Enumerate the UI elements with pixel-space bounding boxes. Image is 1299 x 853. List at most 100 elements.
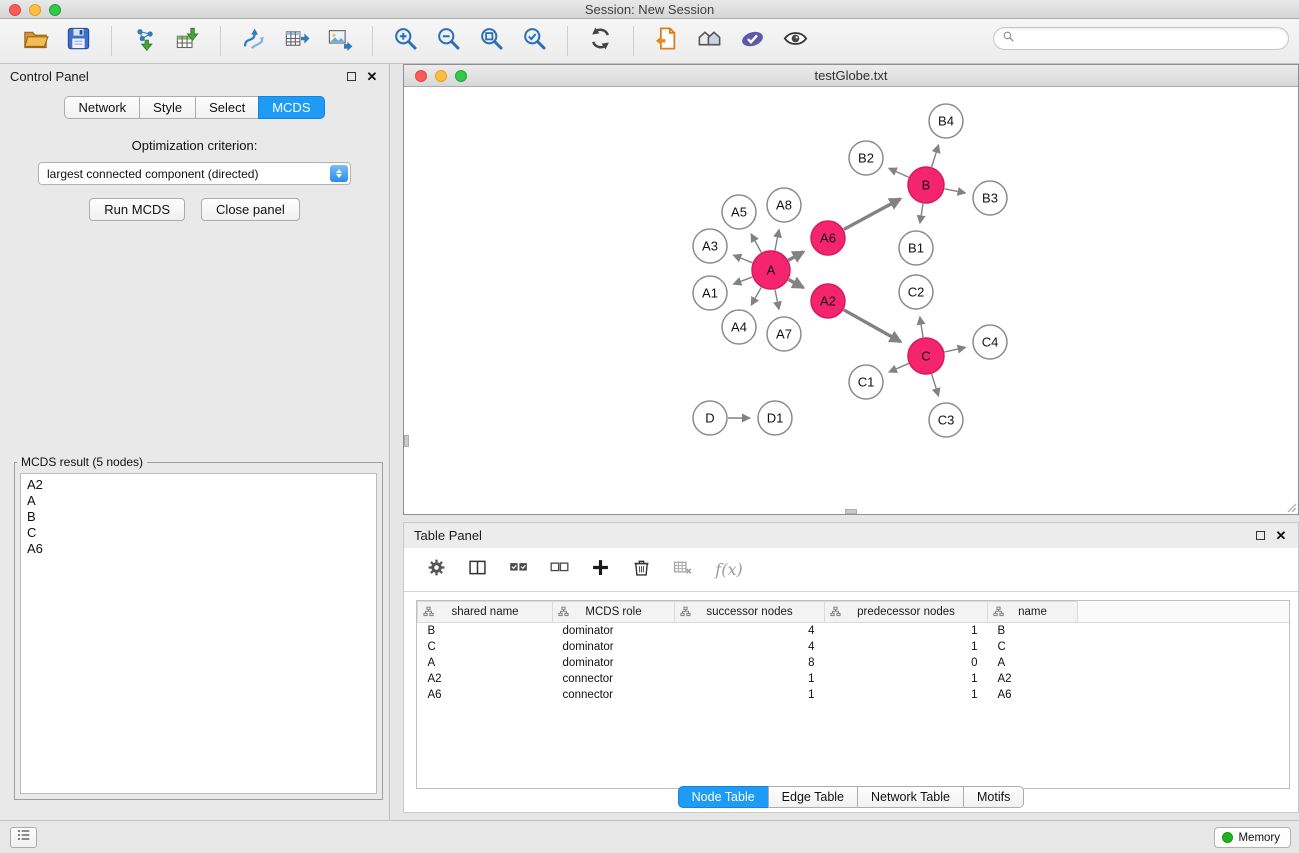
table-row[interactable]: A2connector11A2 [418, 671, 1290, 687]
delete-row-button[interactable] [627, 556, 655, 584]
node-A1[interactable]: A1 [693, 276, 727, 310]
table-cell[interactable]: 1 [675, 671, 825, 687]
node-B4[interactable]: B4 [929, 104, 963, 138]
table-cell[interactable]: A6 [988, 687, 1078, 703]
edge-B-B1[interactable] [920, 204, 923, 224]
settings-gear-button[interactable] [422, 556, 450, 584]
edge-C-C4[interactable] [945, 347, 966, 352]
select-all-button[interactable] [504, 556, 532, 584]
run-mcds-button[interactable]: Run MCDS [89, 198, 185, 221]
fx-button[interactable]: f(x) [709, 556, 749, 584]
open-file-button[interactable] [14, 22, 57, 60]
zoom-in-button[interactable] [384, 22, 427, 60]
node-B[interactable]: B [908, 167, 944, 203]
vertical-scrollbar[interactable] [404, 435, 409, 447]
column-header-successor-nodes[interactable]: successor nodes [675, 602, 825, 623]
column-header-mcds-role[interactable]: MCDS role [553, 602, 675, 623]
mcds-result-list[interactable]: A2ABCA6 [20, 473, 377, 794]
table-row[interactable]: Adominator80A [418, 655, 1290, 671]
table-cell[interactable]: 8 [675, 655, 825, 671]
table-tab-network-table[interactable]: Network Table [857, 786, 964, 808]
column-header-shared-name[interactable]: shared name [418, 602, 553, 623]
style-check-button[interactable] [731, 22, 774, 60]
columns-button[interactable] [463, 556, 491, 584]
node-B2[interactable]: B2 [849, 141, 883, 175]
import-table-button[interactable] [166, 22, 209, 60]
table-row[interactable]: Bdominator41B [418, 623, 1290, 639]
node-C4[interactable]: C4 [973, 325, 1007, 359]
eye-button[interactable] [774, 22, 817, 60]
table-cell[interactable]: C [418, 639, 553, 655]
search-input[interactable] [1020, 32, 1280, 46]
edge-C-C3[interactable] [932, 374, 939, 396]
table-cell[interactable]: dominator [553, 655, 675, 671]
node-A2[interactable]: A2 [811, 284, 845, 318]
edge-A-A6[interactable] [788, 252, 803, 261]
node-C[interactable]: C [908, 338, 944, 374]
deselect-all-button[interactable] [545, 556, 573, 584]
edge-A-A2[interactable] [789, 280, 804, 288]
mcds-result-item[interactable]: B [25, 509, 372, 525]
zoom-fit-button[interactable] [470, 22, 513, 60]
edge-A-A4[interactable] [751, 287, 761, 305]
zoom-selected-button[interactable] [513, 22, 556, 60]
node-A6[interactable]: A6 [811, 221, 845, 255]
optimization-criterion-dropdown[interactable]: largest connected component (directed) [38, 162, 351, 185]
column-header-predecessor-nodes[interactable]: predecessor nodes [825, 602, 988, 623]
node-A4[interactable]: A4 [722, 310, 756, 344]
export-table-button[interactable] [275, 22, 318, 60]
open-document-button[interactable] [645, 22, 688, 60]
table-cell[interactable]: connector [553, 671, 675, 687]
table-cell[interactable]: 0 [825, 655, 988, 671]
node-A[interactable]: A [752, 251, 790, 289]
table-tab-node-table[interactable]: Node Table [678, 786, 769, 808]
node-A5[interactable]: A5 [722, 195, 756, 229]
tab-mcds[interactable]: MCDS [258, 96, 324, 119]
table-cell[interactable]: dominator [553, 623, 675, 639]
tab-select[interactable]: Select [195, 96, 259, 119]
zoom-window-button[interactable] [49, 4, 61, 16]
edge-A-A3[interactable] [733, 255, 752, 263]
table-cell[interactable]: 4 [675, 623, 825, 639]
edge-A-A7[interactable] [775, 290, 779, 310]
mcds-result-item[interactable]: A6 [25, 541, 372, 557]
edge-B-B3[interactable] [945, 189, 966, 193]
node-C1[interactable]: C1 [849, 365, 883, 399]
import-network-button[interactable] [123, 22, 166, 60]
export-image-button[interactable] [318, 22, 361, 60]
table-cell[interactable]: B [418, 623, 553, 639]
table-cell[interactable]: 1 [825, 671, 988, 687]
table-panel-close-button[interactable]: ✕ [1274, 529, 1288, 543]
table-cell[interactable]: 1 [675, 687, 825, 703]
network-window-titlebar[interactable]: testGlobe.txt [404, 65, 1298, 87]
edge-A-A5[interactable] [751, 234, 761, 253]
network-canvas[interactable]: B4B2BB3A5A8A6A3B1AA1C2A2A4A7C4CC1C3DD1 [404, 87, 1298, 514]
table-cell[interactable]: 1 [825, 623, 988, 639]
tab-style[interactable]: Style [139, 96, 196, 119]
table-cell[interactable]: A6 [418, 687, 553, 703]
edge-A6-B[interactable] [844, 199, 901, 230]
refresh-button[interactable] [579, 22, 622, 60]
network-minimize-button[interactable] [435, 70, 447, 82]
home-button[interactable] [688, 22, 731, 60]
zoom-out-button[interactable] [427, 22, 470, 60]
edge-A-A1[interactable] [733, 277, 752, 284]
node-A8[interactable]: A8 [767, 188, 801, 222]
table-cell[interactable]: A [418, 655, 553, 671]
export-network-button[interactable] [232, 22, 275, 60]
table-cell[interactable]: 4 [675, 639, 825, 655]
delete-table-button[interactable] [668, 556, 696, 584]
table-tab-motifs[interactable]: Motifs [963, 786, 1024, 808]
node-C2[interactable]: C2 [899, 275, 933, 309]
edge-C-C2[interactable] [920, 317, 923, 338]
resize-grip[interactable] [1285, 501, 1297, 513]
node-C3[interactable]: C3 [929, 403, 963, 437]
table-panel-float-button[interactable] [1253, 529, 1267, 543]
save-session-button[interactable] [57, 22, 100, 60]
edge-A2-C[interactable] [844, 310, 901, 342]
edge-C-C1[interactable] [889, 364, 909, 373]
table-cell[interactable]: 1 [825, 687, 988, 703]
mcds-result-item[interactable]: A2 [25, 477, 372, 493]
add-row-button[interactable] [586, 556, 614, 584]
task-history-button[interactable] [10, 827, 37, 848]
